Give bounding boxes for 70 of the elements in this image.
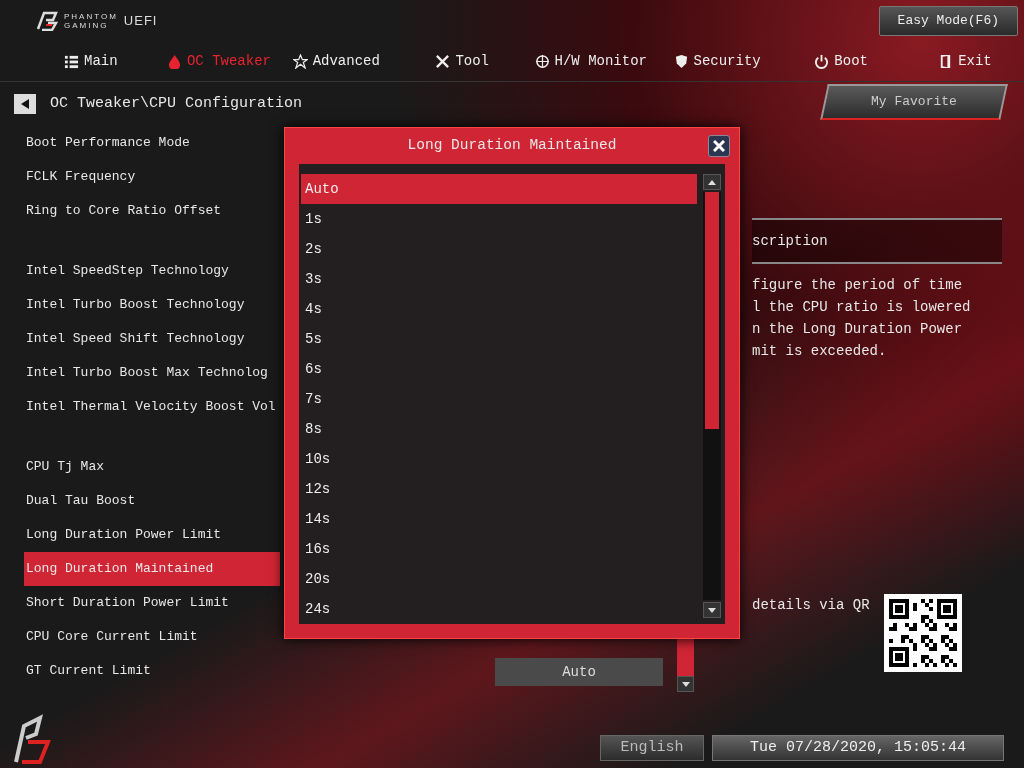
nav-tab[interactable]: Exit [938,51,1014,72]
nav-tab[interactable]: Security [673,51,805,72]
close-button[interactable] [708,135,730,157]
option-item[interactable]: 4s [301,294,697,324]
favorite-button[interactable]: My Favorite [820,84,1008,120]
easy-mode-button[interactable]: Easy Mode(F6) [878,6,1018,36]
option-item[interactable]: 20s [301,564,697,594]
option-item[interactable]: 12s [301,474,697,504]
nav-tab[interactable]: Tool [435,51,525,72]
setting-item[interactable]: Intel Speed Shift Technology [20,322,280,356]
up-arrow-icon [708,179,716,185]
description-title: scription [752,218,1002,264]
scrollbar[interactable] [703,192,721,600]
description-text: mit is exceeded. [752,342,888,361]
setting-item[interactable]: Long Duration Maintained [24,552,280,586]
crosshair-icon [534,54,550,69]
nav-tab[interactable]: Main [64,51,157,72]
option-item[interactable]: 3s [301,264,697,294]
scroll-up-button[interactable] [703,174,721,190]
option-item[interactable]: 6s [301,354,697,384]
uefi-label: UEFI [123,12,158,31]
setting-item[interactable]: Intel SpeedStep Technology [20,254,280,288]
setting-item[interactable]: FCLK Frequency [20,160,280,194]
setting-item[interactable]: CPU Tj Max [20,450,280,484]
setting-item[interactable]: Short Duration Power Limit [20,586,280,620]
date-time: Tue 07/28/2020, 15:05:44 [712,735,1004,761]
description-text: n the Long Duration Power [752,320,964,339]
dialog-title: Long Duration Maintained [406,136,618,156]
setting-item[interactable]: CPU Core Current Limit [20,620,280,654]
down-arrow-icon [708,607,716,613]
option-item[interactable]: 8s [301,414,697,444]
back-arrow-icon [21,99,29,109]
option-item[interactable]: Auto [301,174,697,204]
brand-name: PHANTOM GAMING [64,12,118,30]
description-text: l the CPU ratio is lowered [752,298,972,317]
nav-tab[interactable]: Advanced [292,51,426,72]
setting-item[interactable]: Intel Turbo Boost Max Technolog [20,356,280,390]
description-text: figure the period of time [752,276,964,295]
scroll-down-button[interactable] [677,676,694,692]
nav-tab[interactable]: Boot [814,51,929,72]
logo-icon [36,11,58,31]
option-item[interactable]: 7s [301,384,697,414]
option-item[interactable]: 1s [301,204,697,234]
setting-item[interactable]: Ring to Core Ratio Offset [20,194,280,228]
list-icon [64,54,79,69]
language-button[interactable]: English [600,735,704,761]
breadcrumb: OC Tweaker\CPU Configuration [50,93,303,114]
down-arrow-icon [681,681,690,687]
star-icon [292,54,308,69]
shield-icon [673,54,689,69]
option-item[interactable]: 14s [301,504,697,534]
option-item[interactable]: 10s [301,444,697,474]
setting-item[interactable]: Dual Tau Boost [20,484,280,518]
setting-item[interactable]: Long Duration Power Limit [20,518,280,552]
setting-item[interactable]: Boot Performance Mode [20,126,280,160]
qr-hint: details via QR [752,596,870,615]
power-icon [814,54,830,69]
close-icon [713,140,725,152]
option-item[interactable]: 16s [301,534,697,564]
setting-item[interactable]: Intel Thermal Velocity Boost Vol [20,390,280,424]
option-item[interactable]: 24s [301,594,697,624]
setting-item[interactable]: Intel Turbo Boost Technology [20,288,280,322]
nav-tab[interactable]: OC Tweaker [166,51,283,72]
setting-item[interactable]: GT Current Limit [20,654,280,688]
option-item[interactable]: 5s [301,324,697,354]
nav-tab[interactable]: H/W Monitor [534,51,664,72]
back-button[interactable] [14,94,36,114]
scroll-down-button[interactable] [703,602,721,618]
option-item[interactable]: 2s [301,234,697,264]
value-field[interactable]: Auto [495,658,663,686]
